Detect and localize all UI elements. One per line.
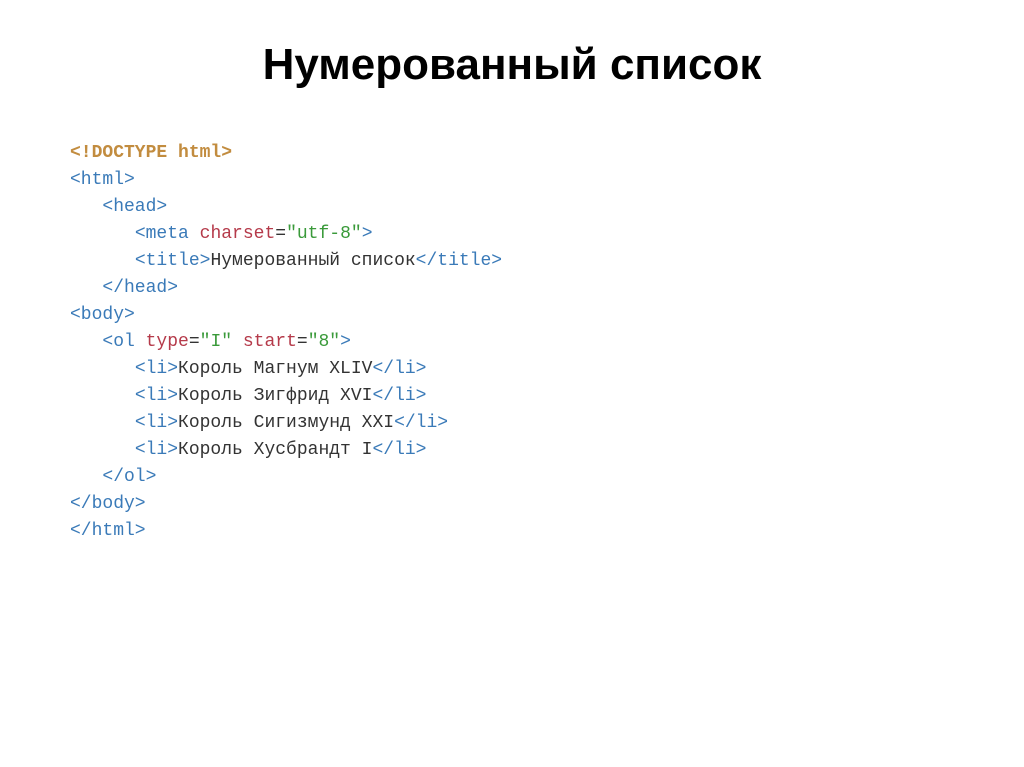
li-close: </li> [372, 440, 426, 460]
meta-tag-close: > [362, 224, 373, 244]
body-open-tag: <body> [70, 305, 135, 325]
head-open-tag: <head> [102, 197, 167, 217]
type-val: "I" [200, 332, 232, 352]
code-example: <!DOCTYPE html> <html> <head> <meta char… [0, 140, 1024, 545]
body-close-tag: </body> [70, 494, 146, 514]
li3-text: Король Сигизмунд XXI [178, 413, 394, 433]
charset-attr: charset [200, 224, 276, 244]
slide-title: Нумерованный список [0, 40, 1024, 90]
li1-text: Король Магнум XLIV [178, 359, 372, 379]
li2-text: Король Зигфрид XVI [178, 386, 372, 406]
li-open: <li> [135, 386, 178, 406]
li-close: </li> [372, 386, 426, 406]
ol-close-tag: </ol> [102, 467, 156, 487]
ol-open-tag: <ol [102, 332, 134, 352]
type-attr: type [146, 332, 189, 352]
html-open-tag: <html> [70, 170, 135, 190]
head-close-tag: </head> [102, 278, 178, 298]
charset-val: "utf-8" [286, 224, 362, 244]
doctype-line: <!DOCTYPE html> [70, 143, 232, 163]
html-close-tag: </html> [70, 521, 146, 541]
li-open: <li> [135, 359, 178, 379]
start-val: "8" [308, 332, 340, 352]
ol-open-end: > [340, 332, 351, 352]
title-close-tag: </title> [416, 251, 502, 271]
li-open: <li> [135, 413, 178, 433]
li4-text: Король Хусбрандт I [178, 440, 372, 460]
title-text: Нумерованный список [210, 251, 415, 271]
li-close: </li> [394, 413, 448, 433]
title-open-tag: <title> [135, 251, 211, 271]
li-close: </li> [372, 359, 426, 379]
start-attr: start [243, 332, 297, 352]
li-open: <li> [135, 440, 178, 460]
meta-tag-open: <meta [135, 224, 189, 244]
